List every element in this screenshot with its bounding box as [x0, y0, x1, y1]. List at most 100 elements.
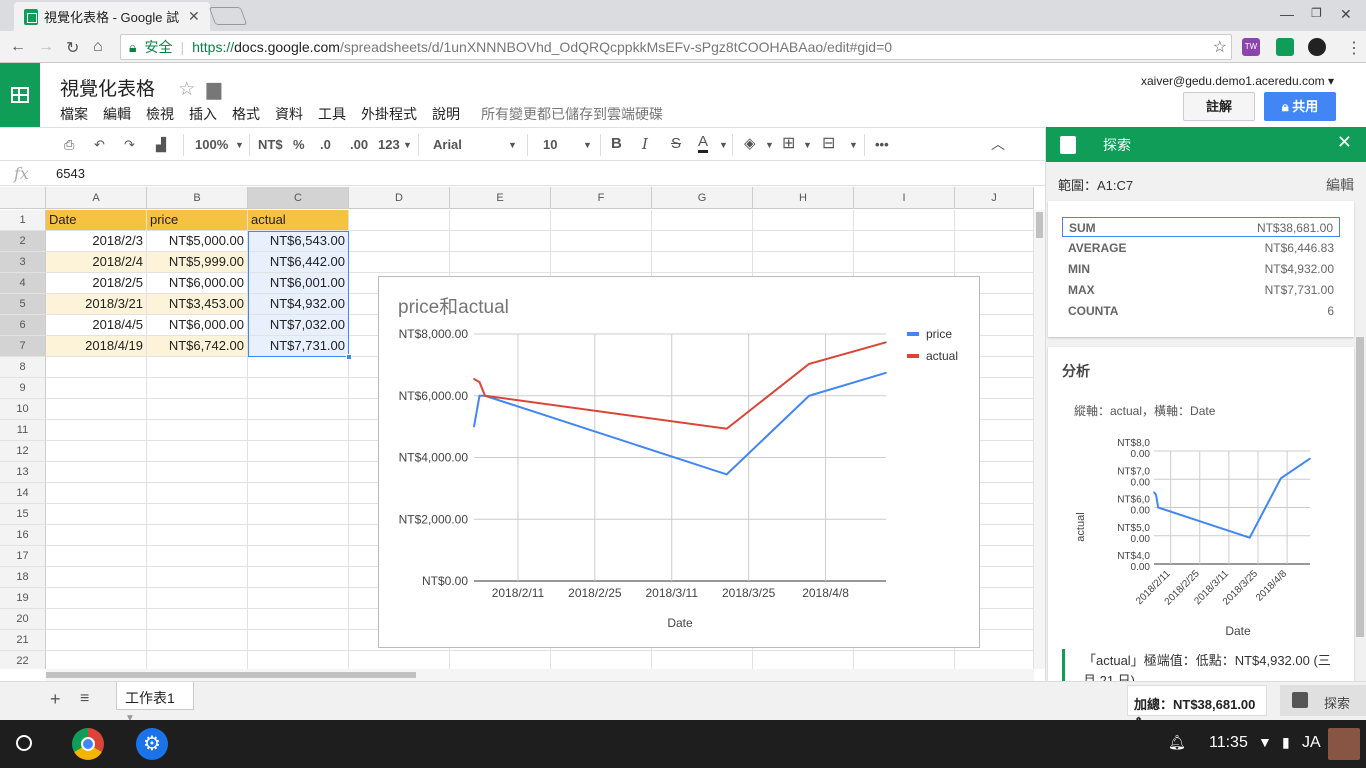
close-window-icon[interactable]: ✕ — [1340, 6, 1352, 23]
menu-item[interactable]: 檢視 — [146, 104, 174, 124]
chevron-down-icon[interactable]: ▼ — [719, 140, 728, 150]
column-header[interactable]: I — [854, 187, 955, 209]
clock-time[interactable]: 11:35 — [1209, 734, 1248, 752]
empty-cell[interactable] — [147, 504, 248, 525]
column-header[interactable]: H — [753, 187, 854, 209]
empty-cell[interactable] — [854, 231, 955, 252]
empty-cell[interactable] — [450, 210, 551, 231]
menu-item[interactable]: 說明 — [432, 104, 460, 124]
row-header[interactable]: 17 — [0, 546, 46, 567]
empty-cell[interactable] — [46, 630, 147, 651]
empty-cell[interactable] — [46, 462, 147, 483]
table-cell[interactable]: 2018/2/3 — [46, 231, 147, 252]
empty-cell[interactable] — [248, 399, 349, 420]
battery-icon[interactable]: ▮ — [1282, 734, 1290, 751]
empty-cell[interactable] — [349, 231, 450, 252]
empty-cell[interactable] — [46, 504, 147, 525]
empty-cell[interactable] — [147, 420, 248, 441]
table-cell[interactable]: NT$5,999.00 — [147, 252, 248, 273]
close-icon[interactable]: ✕ — [1337, 132, 1352, 153]
empty-cell[interactable] — [551, 210, 652, 231]
empty-cell[interactable] — [46, 420, 147, 441]
table-cell[interactable]: NT$5,000.00 — [147, 231, 248, 252]
menu-item[interactable]: 工具 — [318, 104, 346, 124]
empty-cell[interactable] — [551, 231, 652, 252]
more-tools-button[interactable]: ••• — [875, 137, 889, 152]
row-header[interactable]: 4 — [0, 273, 46, 294]
empty-cell[interactable] — [450, 252, 551, 273]
chevron-down-icon[interactable]: ▼ — [849, 140, 858, 150]
row-header[interactable]: 20 — [0, 609, 46, 630]
column-header[interactable]: A — [46, 187, 147, 209]
increase-decimal-button[interactable]: .00 — [350, 137, 368, 152]
sheet-tab[interactable]: 工作表1 ▼ — [116, 682, 194, 724]
empty-cell[interactable] — [248, 630, 349, 651]
row-header[interactable]: 5 — [0, 294, 46, 315]
empty-cell[interactable] — [46, 378, 147, 399]
bold-button[interactable]: B — [611, 135, 622, 152]
extension-puzzle-icon[interactable]: TW — [1242, 38, 1260, 56]
empty-cell[interactable] — [248, 609, 349, 630]
row-header[interactable]: 10 — [0, 399, 46, 420]
column-header[interactable]: F — [551, 187, 652, 209]
menu-item[interactable]: 插入 — [189, 104, 217, 124]
column-header[interactable]: D — [349, 187, 450, 209]
table-cell[interactable]: actual — [248, 210, 349, 231]
empty-cell[interactable] — [248, 567, 349, 588]
input-language[interactable]: JA — [1302, 734, 1321, 752]
empty-cell[interactable] — [248, 525, 349, 546]
chevron-down-icon[interactable]: ▼ — [403, 140, 412, 150]
table-cell[interactable]: Date — [46, 210, 147, 231]
fill-color-icon[interactable]: ◈ — [744, 134, 756, 152]
strikethrough-button[interactable]: S — [671, 135, 681, 152]
empty-cell[interactable] — [46, 567, 147, 588]
document-title[interactable]: 視覺化表格 ☆ ▆ — [60, 74, 221, 101]
row-header[interactable]: 16 — [0, 525, 46, 546]
empty-cell[interactable] — [652, 231, 753, 252]
empty-cell[interactable] — [551, 651, 652, 669]
row-header[interactable]: 21 — [0, 630, 46, 651]
edit-range-link[interactable]: 編輯 — [1326, 175, 1354, 195]
empty-cell[interactable] — [46, 609, 147, 630]
merge-cells-icon[interactable]: ⊟ — [822, 133, 835, 153]
panel-scrollbar[interactable] — [1356, 337, 1364, 637]
folder-icon[interactable]: ▆ — [207, 79, 222, 100]
empty-cell[interactable] — [349, 651, 450, 669]
row-header[interactable]: 3 — [0, 252, 46, 273]
italic-button[interactable]: I — [642, 135, 648, 153]
empty-cell[interactable] — [147, 651, 248, 669]
menu-item[interactable]: 格式 — [232, 104, 260, 124]
stat-row[interactable]: SUM NT$38,681.00 — [1062, 217, 1340, 237]
star-icon[interactable]: ☆ — [178, 79, 195, 100]
empty-cell[interactable] — [248, 357, 349, 378]
table-cell[interactable]: NT$6,000.00 — [147, 315, 248, 336]
empty-cell[interactable] — [450, 651, 551, 669]
empty-cell[interactable] — [854, 210, 955, 231]
empty-cell[interactable] — [955, 210, 1034, 231]
row-header[interactable]: 18 — [0, 567, 46, 588]
row-header[interactable]: 9 — [0, 378, 46, 399]
empty-cell[interactable] — [147, 546, 248, 567]
comments-button[interactable]: 註解 — [1183, 92, 1255, 121]
empty-cell[interactable] — [46, 357, 147, 378]
document-title-text[interactable]: 視覺化表格 — [60, 79, 155, 100]
undo-icon[interactable]: ↶ — [94, 137, 105, 153]
menu-item[interactable]: 檔案 — [60, 104, 88, 124]
chevron-down-icon[interactable]: ▼ — [583, 140, 592, 150]
save-status[interactable]: 所有變更都已儲存到雲端硬碟 — [481, 104, 663, 124]
bookmark-star-icon[interactable]: ☆ — [1213, 37, 1227, 57]
settings-gear-icon[interactable]: ⚙ — [136, 728, 168, 760]
table-cell[interactable]: NT$6,000.00 — [147, 273, 248, 294]
empty-cell[interactable] — [551, 252, 652, 273]
column-header[interactable]: B — [147, 187, 248, 209]
redo-icon[interactable]: ↷ — [124, 137, 135, 153]
row-header[interactable]: 8 — [0, 357, 46, 378]
more-formats-button[interactable]: 123 — [378, 137, 400, 152]
column-header[interactable]: C — [248, 187, 349, 209]
avatar[interactable] — [1328, 728, 1360, 760]
empty-cell[interactable] — [248, 588, 349, 609]
table-cell[interactable]: 2018/2/4 — [46, 252, 147, 273]
url-input[interactable]: 🔒︎ 安全 | https:// docs.google.com /spread… — [120, 34, 1232, 60]
row-header[interactable]: 13 — [0, 462, 46, 483]
empty-cell[interactable] — [147, 630, 248, 651]
